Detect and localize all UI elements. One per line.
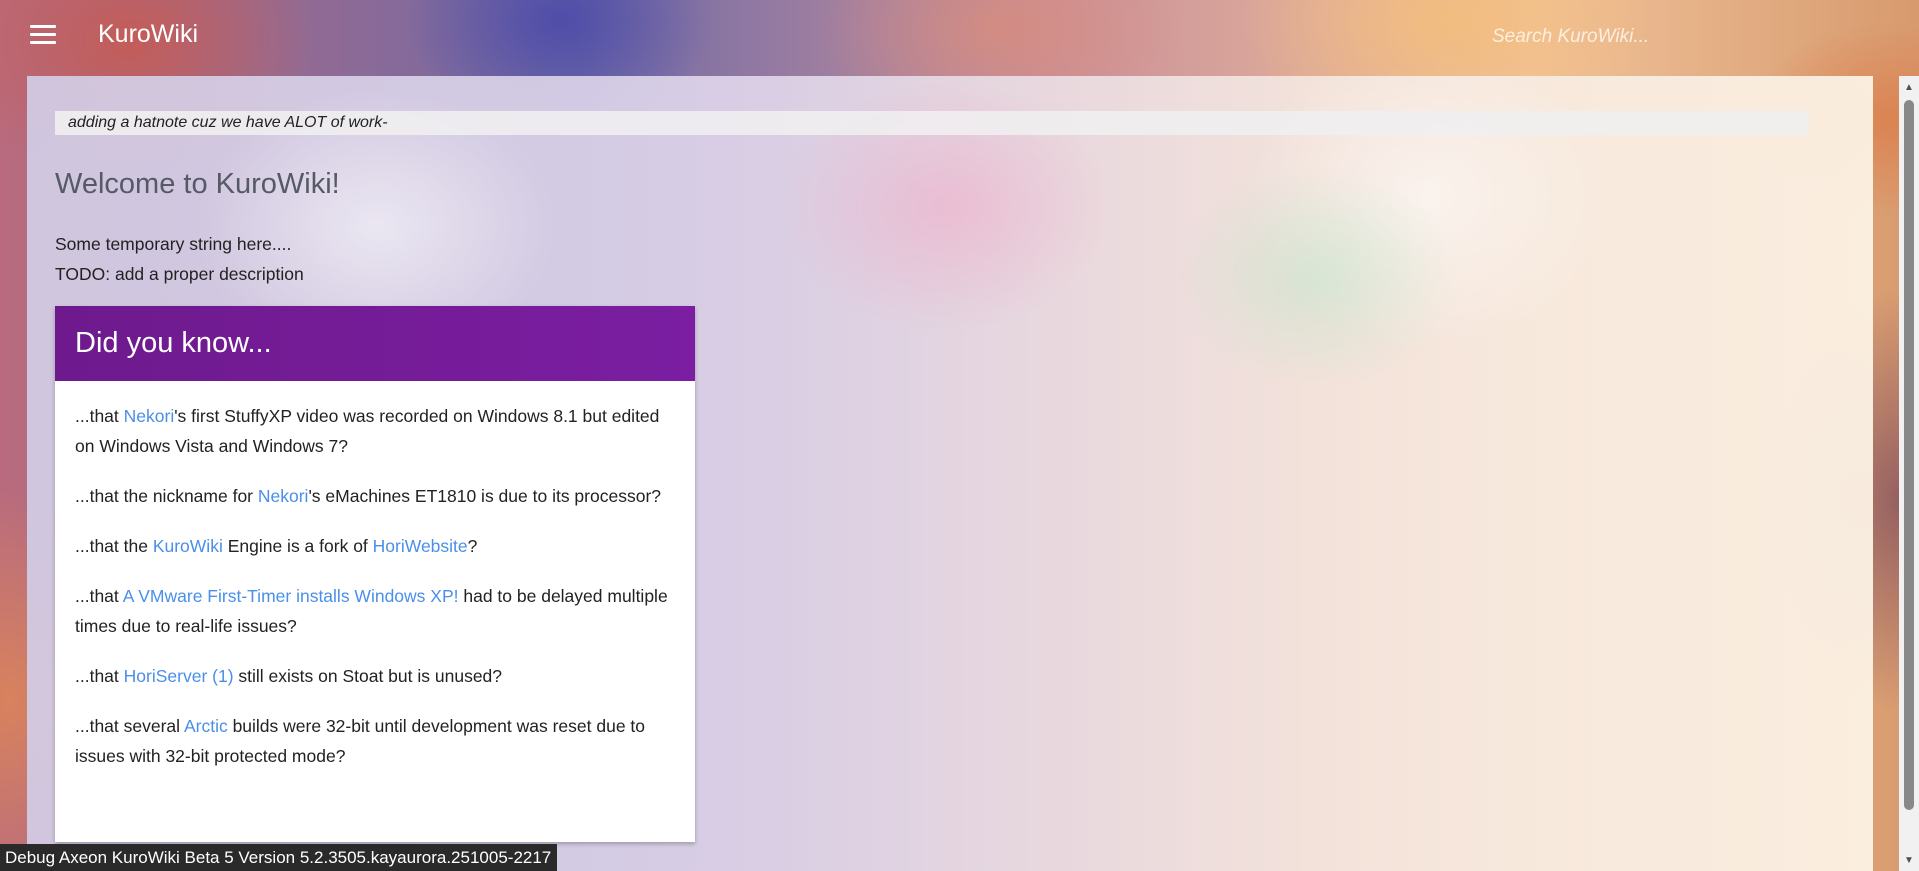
page-title: Welcome to KuroWiki! [55,168,340,200]
link-vmware-first-timer[interactable]: A VMware First-Timer installs Windows XP… [123,586,459,606]
scroll-up-arrow-icon[interactable]: ▲ [1899,80,1919,96]
link-horiwebsite[interactable]: HoriWebsite [373,536,468,556]
hamburger-menu-icon[interactable] [30,25,56,45]
list-item: ...that several Arctic builds were 32-bi… [75,716,646,766]
link-arctic[interactable]: Arctic [184,716,228,736]
scrollbar-thumb[interactable] [1904,100,1914,810]
top-app-bar: KuroWiki [0,0,1919,72]
main-content: adding a hatnote cuz we have ALOT of wor… [27,76,1873,871]
search-input[interactable] [1490,18,1874,56]
list-item: ...that Nekori's first StuffyXP video wa… [75,406,660,456]
intro-line: TODO: add a proper description [55,264,304,284]
hatnote: adding a hatnote cuz we have ALOT of wor… [55,111,1809,135]
list-item: ...that HoriServer (1) still exists on S… [75,666,503,686]
list-item: ...that the KuroWiki Engine is a fork of… [75,536,478,556]
did-you-know-card: Did you know... ...that Nekori's first S… [55,306,695,842]
link-kurowiki[interactable]: KuroWiki [153,536,223,556]
page-scrollbar[interactable]: ▲ ▼ [1899,76,1919,871]
link-nekori[interactable]: Nekori [124,406,175,426]
did-you-know-list: ...that Nekori's first StuffyXP video wa… [55,381,695,771]
scroll-down-arrow-icon[interactable]: ▼ [1899,853,1919,869]
link-nekori[interactable]: Nekori [258,486,309,506]
link-horiserver[interactable]: HoriServer (1) [124,666,234,686]
intro-text: Some temporary string here.... TODO: add… [55,229,304,289]
list-item: ...that the nickname for Nekori's eMachi… [75,486,661,506]
app-title[interactable]: KuroWiki [98,20,198,49]
list-item: ...that A VMware First-Timer installs Wi… [75,586,668,636]
intro-line: Some temporary string here.... [55,234,292,254]
debug-version-bar: Debug Axeon KuroWiki Beta 5 Version 5.2.… [0,844,558,871]
did-you-know-title: Did you know... [55,306,695,381]
